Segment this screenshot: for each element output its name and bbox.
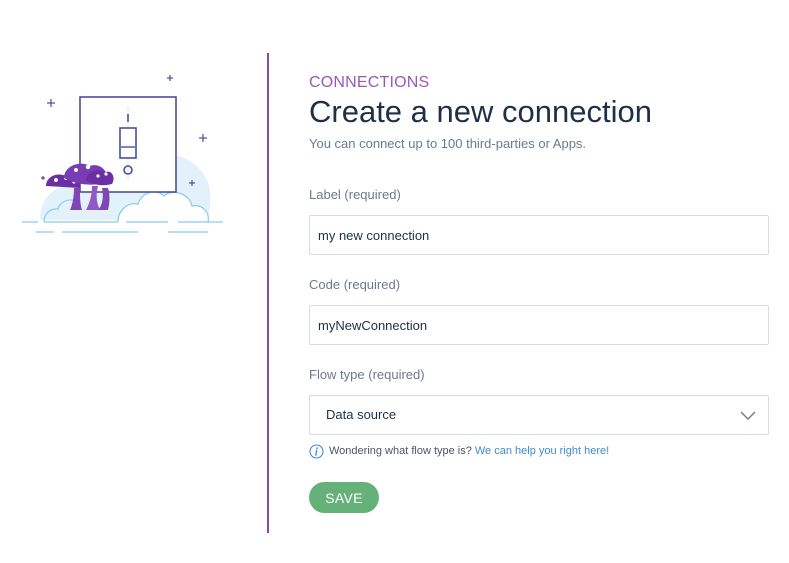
light-switch-mushrooms-illustration xyxy=(22,75,223,233)
connection-page: CONNECTIONS Create a new connection You … xyxy=(0,0,789,563)
save-button[interactable]: SAVE xyxy=(309,482,379,513)
page-subtitle: You can connect up to 100 third-parties … xyxy=(309,136,587,151)
help-text: Wondering what flow type is? xyxy=(329,445,472,457)
vertical-divider xyxy=(267,53,269,533)
code-field[interactable] xyxy=(309,305,769,345)
flow-type-select[interactable]: Data source xyxy=(309,395,769,435)
label-field[interactable] xyxy=(309,215,769,255)
section-eyebrow: CONNECTIONS xyxy=(309,74,430,91)
label-field-label: Label (required) xyxy=(309,187,401,202)
flow-type-field-label: Flow type (required) xyxy=(309,367,425,382)
info-icon xyxy=(309,443,324,459)
flow-type-selected-value: Data source xyxy=(326,407,397,422)
chevron-down-icon xyxy=(740,411,756,420)
code-field-label: Code (required) xyxy=(309,277,401,292)
flow-type-help: Wondering what flow type is? We can help… xyxy=(309,443,609,459)
help-link[interactable]: We can help you right here! xyxy=(475,443,609,459)
page-title: Create a new connection xyxy=(309,94,652,129)
